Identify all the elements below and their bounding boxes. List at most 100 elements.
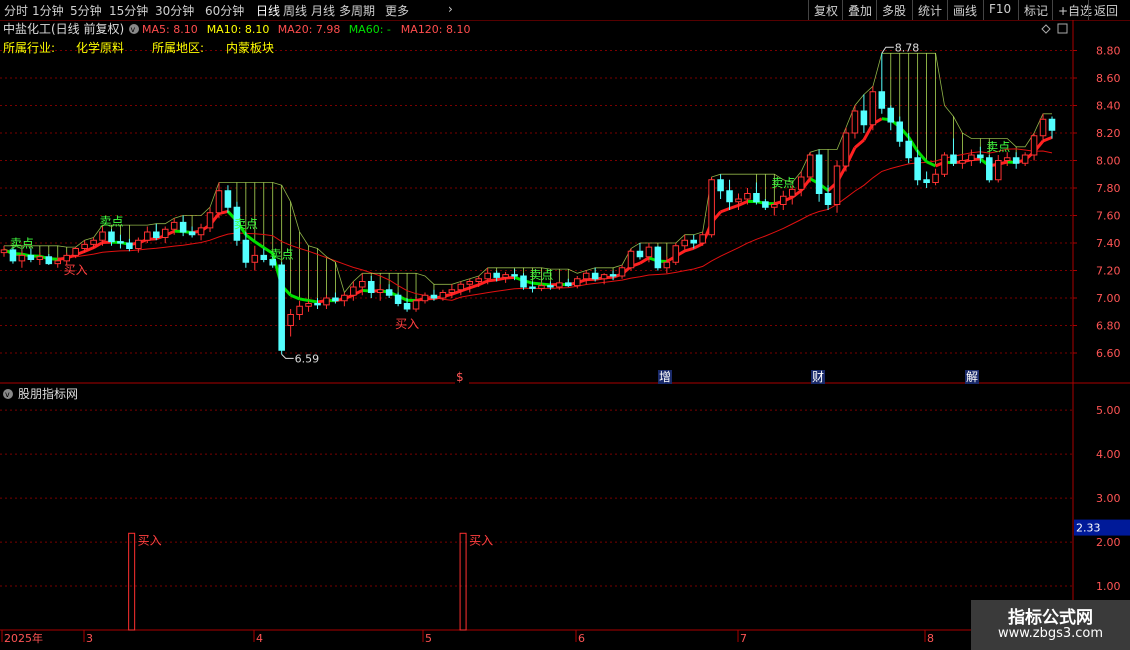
- toolbar-button-5[interactable]: F10: [989, 2, 1011, 16]
- candle-body: [197, 227, 205, 236]
- candle-body: [430, 294, 438, 299]
- toolbar-tab-6[interactable]: 日线: [256, 2, 280, 19]
- toolbar-tab-9[interactable]: 多周期: [339, 2, 375, 19]
- price-axis-label: 8.80: [1096, 45, 1121, 58]
- candle-body: [1039, 118, 1047, 137]
- toolbar-separator: [808, 0, 809, 20]
- toolbar-tab-3[interactable]: 15分钟: [109, 2, 148, 19]
- price-axis-label: 8.20: [1096, 127, 1121, 140]
- ma-fast-segment: [729, 203, 739, 210]
- toolbar-tab-4[interactable]: 30分钟: [155, 2, 194, 19]
- indicator-buy-label: 买入: [138, 533, 162, 547]
- candle-body: [520, 275, 527, 288]
- region-label: 所属地区:: [152, 41, 204, 55]
- candle-body: [9, 249, 17, 262]
- candle-body: [600, 274, 608, 280]
- candle-body: [627, 250, 635, 269]
- sell-signal-label: 卖点: [986, 140, 1010, 154]
- candle-body: [663, 261, 671, 269]
- candle-body: [350, 286, 357, 296]
- candle-body: [977, 154, 984, 159]
- price-axis-label: 7.80: [1096, 182, 1121, 195]
- toolbar-tab-5[interactable]: 60分钟: [205, 2, 244, 19]
- candle-body: [63, 254, 70, 262]
- candle-body: [45, 256, 53, 265]
- panel-maximize-icon[interactable]: [1057, 23, 1068, 34]
- toolbar-separator: [912, 0, 913, 20]
- candle-body: [18, 254, 26, 262]
- region-value: 内蒙板块: [226, 41, 274, 55]
- candle-body: [260, 254, 268, 260]
- candle-body: [117, 241, 124, 244]
- indicator-axis-label: 1.00: [1096, 580, 1121, 593]
- candle-body: [493, 272, 500, 278]
- candle-body: [878, 91, 886, 109]
- diamond-icon[interactable]: [1041, 24, 1051, 34]
- candle-body: [90, 239, 97, 245]
- toolbar-button-1[interactable]: 叠加: [848, 2, 872, 19]
- toolbar-button-2[interactable]: 多股: [882, 2, 906, 19]
- candle-body: [188, 231, 196, 236]
- candle-body: [1012, 157, 1020, 164]
- candle-body: [618, 267, 626, 277]
- ma-fast-segment: [853, 138, 865, 149]
- time-axis-label: 8: [927, 632, 934, 645]
- candle-body: [27, 254, 35, 260]
- candle-body: [278, 264, 285, 351]
- toolbar-tab-7[interactable]: 周线: [283, 2, 307, 19]
- sell-signal-label: 卖点: [270, 247, 294, 261]
- candle-body: [582, 272, 590, 280]
- toolbar-tab-0[interactable]: 分时: [4, 2, 28, 19]
- toolbar-button-3[interactable]: 统计: [918, 2, 942, 19]
- event-marker-0[interactable]: $: [456, 370, 464, 384]
- toolbar-button-0[interactable]: 复权: [814, 2, 838, 19]
- candle-body: [144, 231, 151, 241]
- sell-signal-label: 卖点: [771, 176, 795, 190]
- toolbar-tab-2[interactable]: 5分钟: [70, 2, 102, 19]
- candle-body: [466, 281, 474, 285]
- more-chevron-icon[interactable]: ›: [448, 2, 453, 16]
- chevron-down-icon[interactable]: v: [5, 390, 10, 399]
- toolbar-button-4[interactable]: 画线: [953, 2, 977, 19]
- period-toolbar: 分时 1分钟 5分钟 15分钟 30分钟 60分钟 日线 周线 月线 多周期 更多 › 复权 叠加 多股 统计…: [0, 0, 1130, 21]
- time-axis-label: 3: [86, 632, 93, 645]
- ma-fast-segment: [487, 278, 497, 283]
- candle-body: [215, 190, 223, 214]
- event-marker-2[interactable]: 财: [812, 370, 824, 384]
- event-marker-1[interactable]: 增: [659, 370, 671, 384]
- candle-body: [986, 157, 993, 181]
- price-axis-label: 6.60: [1096, 347, 1121, 360]
- chevron-down-icon[interactable]: v: [131, 25, 136, 34]
- candle-body: [771, 204, 778, 208]
- price-axis-label: 7.60: [1096, 210, 1121, 223]
- candle-body: [690, 239, 697, 244]
- toolbar-tab-1[interactable]: 1分钟: [32, 2, 64, 19]
- ma-legend-2: MA20: 7.98: [278, 23, 341, 36]
- candle-body: [0, 249, 8, 254]
- candle-body: [385, 289, 393, 296]
- toolbar-tab-8[interactable]: 月线: [311, 2, 335, 19]
- ma-fast-segment: [720, 207, 731, 214]
- candle-body: [511, 274, 518, 277]
- toolbar-button-7[interactable]: +自选: [1058, 2, 1092, 19]
- toolbar-separator: [1018, 0, 1019, 20]
- price-axis-label: 7.00: [1096, 292, 1121, 305]
- toolbar-button-8[interactable]: 返回: [1094, 2, 1118, 19]
- toolbar-separator: [947, 0, 948, 20]
- candle-body: [403, 303, 411, 310]
- price-axis-label: 7.40: [1096, 237, 1121, 250]
- price-axis-label: 8.00: [1096, 155, 1121, 168]
- candle-body: [529, 286, 536, 289]
- candle-body: [36, 256, 44, 260]
- ma-fast-segment: [308, 298, 318, 304]
- candle-body: [636, 250, 644, 258]
- event-marker-3[interactable]: 解: [966, 370, 978, 384]
- indicator-axis-label: 5.00: [1096, 404, 1121, 417]
- candle-body: [780, 195, 787, 205]
- watermark-logo: 指标公式网 www.zbgs3.com: [971, 600, 1130, 650]
- candle-body: [152, 231, 160, 238]
- toolbar-tab-10[interactable]: 更多: [385, 2, 409, 19]
- toolbar-button-6[interactable]: 标记: [1024, 2, 1048, 19]
- candle-body: [556, 282, 563, 288]
- candle-body: [654, 246, 662, 269]
